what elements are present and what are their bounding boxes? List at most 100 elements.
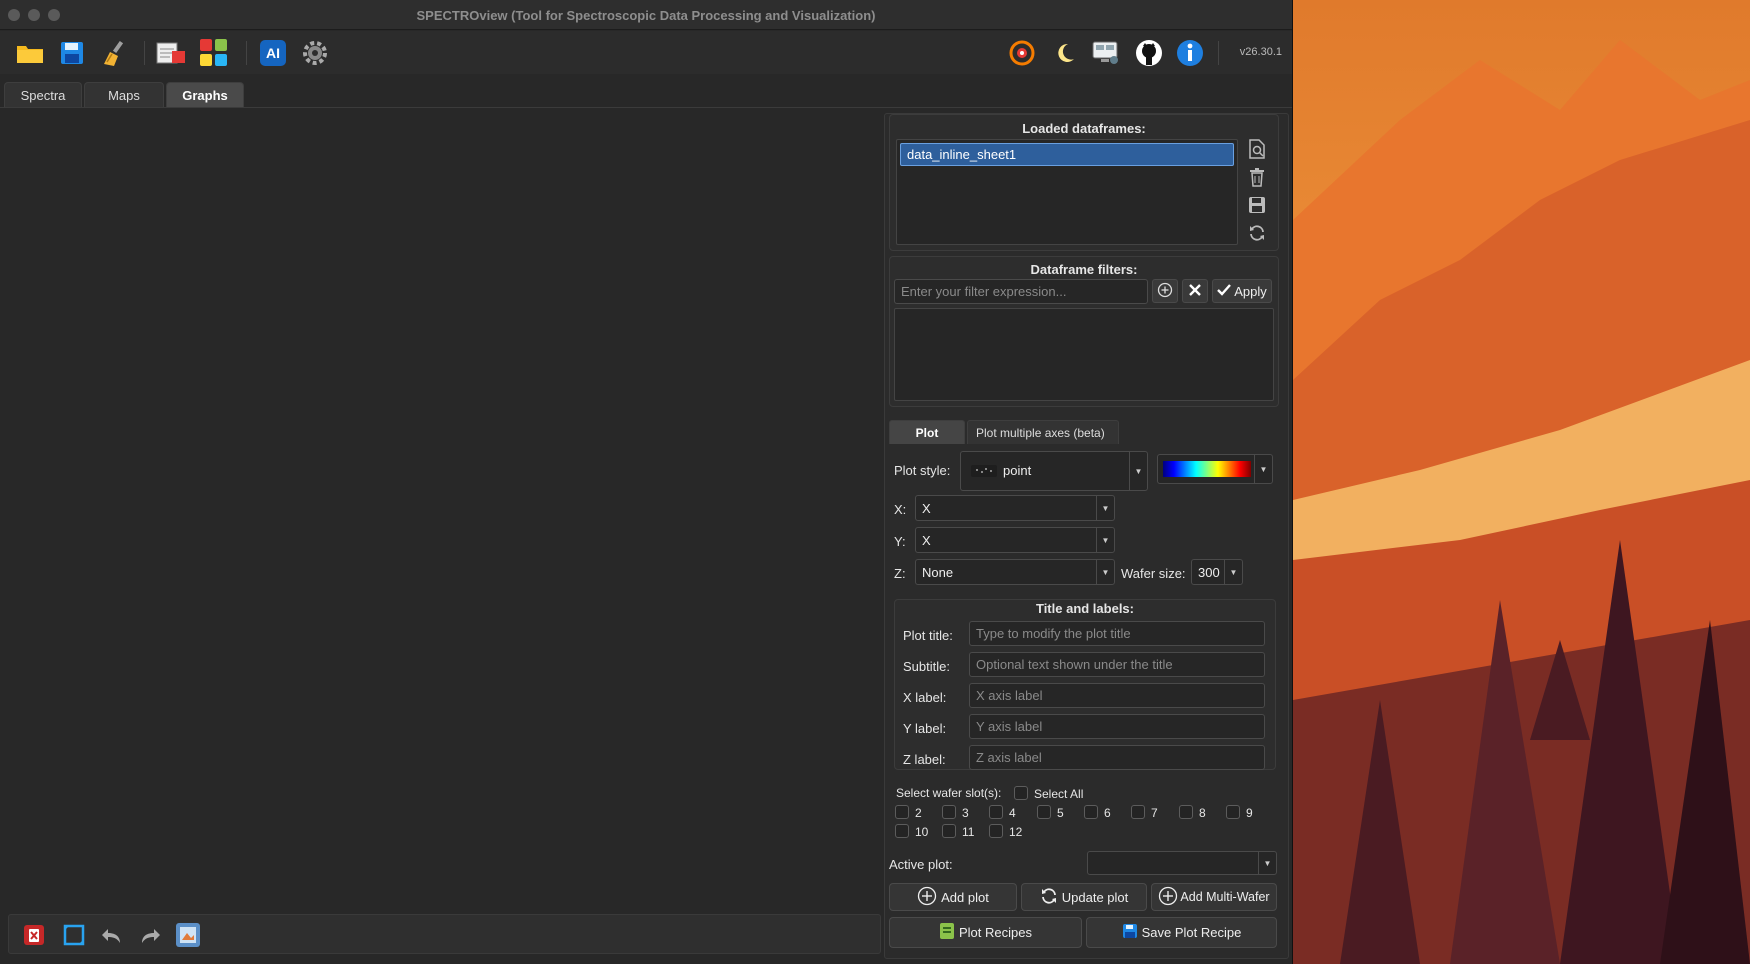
github-icon[interactable] — [1133, 37, 1165, 69]
open-folder-icon[interactable] — [14, 37, 46, 69]
filter-expression-input[interactable] — [894, 279, 1148, 304]
z-label-input[interactable] — [969, 745, 1265, 770]
wafer-slot-checkbox[interactable] — [1179, 805, 1193, 819]
wafer-slot-checkbox[interactable] — [1131, 805, 1145, 819]
app-window: SPECTROview (Tool for Spectroscopic Data… — [0, 0, 1293, 964]
plus-circle-icon — [1157, 282, 1173, 301]
select-all-label: Select All — [1034, 787, 1084, 801]
info-icon[interactable] — [1174, 37, 1206, 69]
manual-monitor-icon[interactable] — [1090, 37, 1122, 69]
wafer-slot-label: 12 — [1009, 825, 1023, 839]
colormap-swatch — [1163, 461, 1251, 477]
title-labels-heading: Title and labels: — [1035, 601, 1134, 616]
dataframe-item[interactable]: data_inline_sheet1 — [900, 143, 1234, 166]
dataframes-list[interactable]: data_inline_sheet1 — [896, 139, 1238, 245]
chevron-down-icon: ▼ — [1096, 496, 1114, 520]
wafer-slot-label: 4 — [1009, 806, 1016, 820]
settings-gear-icon[interactable] — [299, 37, 331, 69]
wafer-slot-label: 6 — [1104, 806, 1111, 820]
select-all-checkbox[interactable] — [1014, 786, 1028, 800]
add-filter-button[interactable] — [1152, 279, 1178, 303]
tab-spectra[interactable]: Spectra — [4, 82, 82, 107]
tab-plot[interactable]: Plot — [889, 420, 965, 444]
dataframe-filters-group: Dataframe filters: Apply — [889, 256, 1279, 407]
wafer-slot-label: 5 — [1057, 806, 1064, 820]
recipe-file-icon — [939, 922, 955, 943]
update-plot-label: Update plot — [1061, 889, 1129, 905]
remove-filter-button[interactable] — [1182, 279, 1208, 303]
ai-icon[interactable]: AI — [257, 37, 289, 69]
delete-dataframe-icon[interactable] — [1244, 165, 1270, 189]
version-label: v26.30.1 — [1239, 46, 1282, 58]
refresh-dataframe-icon[interactable] — [1244, 221, 1270, 245]
filters-list[interactable] — [894, 308, 1274, 401]
copy-figure-icon[interactable] — [173, 920, 203, 950]
plot-recipes-label: Plot Recipes — [959, 925, 1032, 940]
dark-mode-moon-icon[interactable] — [1049, 37, 1081, 69]
z-column-select[interactable]: None ▼ — [915, 559, 1115, 585]
plot-style-label: Plot style: — [894, 463, 951, 478]
plot-toolbar — [8, 914, 881, 954]
svg-text:AI: AI — [266, 45, 280, 61]
add-plot-label: Add plot — [941, 889, 989, 905]
plot-style-value: point — [1003, 463, 1032, 478]
chevron-down-icon: ▼ — [1096, 560, 1114, 584]
tab-maps[interactable]: Maps — [84, 82, 164, 107]
chevron-down-icon: ▼ — [1254, 455, 1272, 483]
plot-title-input[interactable] — [969, 621, 1265, 646]
active-plot-select[interactable]: ▼ — [1087, 851, 1277, 875]
chevron-down-icon: ▼ — [1129, 452, 1147, 490]
wafer-slot-checkbox[interactable] — [1037, 805, 1051, 819]
wafer-slot-checkbox[interactable] — [895, 824, 909, 838]
plot-recipes-button[interactable]: Plot Recipes — [889, 917, 1082, 948]
wafer-slot-checkbox[interactable] — [1226, 805, 1240, 819]
plot-canvas-area[interactable] — [4, 110, 884, 910]
tab-plot-multiple-axes[interactable]: Plot multiple axes (beta) — [967, 420, 1119, 444]
save-dataframe-icon[interactable] — [1244, 193, 1270, 217]
update-plot-button[interactable]: Update plot — [1021, 883, 1147, 911]
main-tabs: Spectra Maps Graphs — [4, 82, 246, 108]
dataframe-filters-heading: Dataframe filters: — [1030, 262, 1138, 277]
y-column-value: X — [922, 533, 931, 548]
clear-broom-icon[interactable] — [98, 37, 130, 69]
refresh-icon — [1040, 887, 1058, 908]
x-label-input[interactable] — [969, 683, 1265, 708]
wafer-slot-checkbox[interactable] — [895, 805, 909, 819]
rescale-icon[interactable] — [59, 920, 89, 950]
y-column-select[interactable]: X ▼ — [915, 527, 1115, 553]
apply-filter-button[interactable]: Apply — [1212, 279, 1272, 303]
loaded-dataframes-group: Loaded dataframes: data_inline_sheet1 — [889, 114, 1279, 251]
wafer-slot-checkbox[interactable] — [989, 824, 1003, 838]
plus-circle-icon — [917, 886, 937, 909]
wafer-slot-checkbox[interactable] — [942, 805, 956, 819]
update-cycle-icon[interactable] — [1006, 37, 1038, 69]
chevron-down-icon: ▼ — [1258, 852, 1276, 874]
x-column-select[interactable]: X ▼ — [915, 495, 1115, 521]
plot-style-select[interactable]: point ▼ — [960, 451, 1148, 491]
x-axis-label: X: — [894, 502, 907, 517]
z-axis-label: Z: — [894, 566, 906, 581]
delete-plot-icon[interactable] — [19, 920, 49, 950]
check-icon — [1217, 283, 1232, 299]
redo-icon[interactable] — [135, 920, 165, 950]
y-label-input[interactable] — [969, 714, 1265, 739]
add-plot-button[interactable]: Add plot — [889, 883, 1017, 911]
wafer-size-select[interactable]: 300 ▼ — [1191, 559, 1243, 585]
colormap-select[interactable]: ▼ — [1157, 454, 1273, 484]
subtitle-input[interactable] — [969, 652, 1265, 677]
save-icon[interactable] — [56, 37, 88, 69]
undo-icon[interactable] — [97, 920, 127, 950]
save-plot-recipe-label: Save Plot Recipe — [1141, 925, 1242, 940]
save-icon — [1122, 923, 1138, 942]
wafer-slot-checkbox[interactable] — [942, 824, 956, 838]
wafer-slot-label: 2 — [915, 806, 922, 820]
view-dataframe-icon[interactable] — [1244, 137, 1270, 161]
save-plot-recipe-button[interactable]: Save Plot Recipe — [1086, 917, 1277, 948]
wafer-slot-checkbox[interactable] — [989, 805, 1003, 819]
tab-graphs[interactable]: Graphs — [166, 82, 244, 107]
convert-file-icon[interactable] — [155, 37, 187, 69]
add-multi-wafer-button[interactable]: Add Multi-Wafer — [1151, 883, 1277, 911]
loaded-dataframes-heading: Loaded dataframes: — [1022, 121, 1146, 136]
wafer-slot-checkbox[interactable] — [1084, 805, 1098, 819]
apps-grid-icon[interactable] — [198, 37, 230, 69]
